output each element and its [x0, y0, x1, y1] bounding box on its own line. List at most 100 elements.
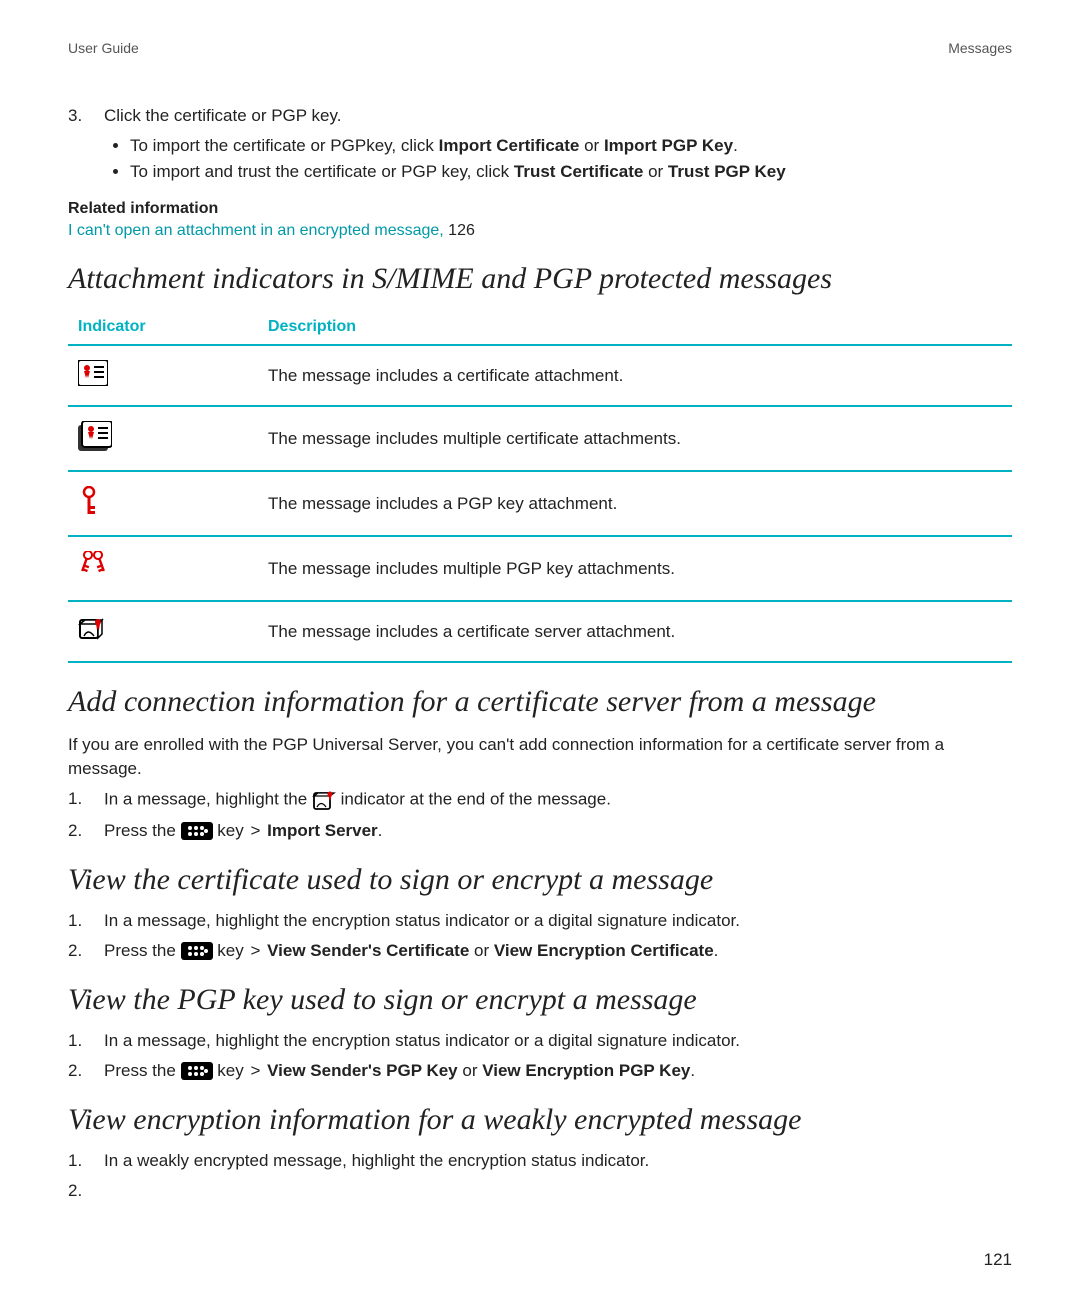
text: In a message, highlight the — [104, 789, 312, 808]
description-cell: The message includes multiple certificat… — [258, 406, 1012, 471]
bold-text: Import Server — [267, 821, 378, 840]
pgp-key-attachment-icon — [78, 486, 100, 521]
bold-text: View Encryption PGP Key — [482, 1061, 690, 1080]
certificate-server-indicator-icon — [312, 789, 336, 811]
page-number: 121 — [984, 1250, 1012, 1270]
table-row: The message includes a PGP key attachmen… — [68, 471, 1012, 536]
indicator-cell — [68, 536, 258, 601]
indicator-cell — [68, 601, 258, 662]
sec3-step1: 1. In a message, highlight the encryptio… — [68, 911, 1012, 931]
header-right: Messages — [948, 40, 1012, 56]
header-left: User Guide — [68, 40, 139, 56]
intro-paragraph: If you are enrolled with the PGP Univers… — [68, 733, 1012, 781]
text: . — [733, 136, 738, 155]
certificate-attachment-icon — [78, 360, 108, 391]
th-description: Description — [258, 310, 1012, 345]
text: . — [714, 941, 719, 960]
related-info-link-row: I can't open an attachment in an encrypt… — [68, 222, 1012, 240]
text: To import the certificate or PGPkey, cli… — [130, 136, 439, 155]
step-body: Press the key > Import Server. — [104, 821, 1012, 841]
separator: > — [246, 1061, 265, 1080]
step-text: Click the certificate or PGP key. — [104, 106, 1012, 126]
step-text: In a weakly encrypted message, highlight… — [104, 1151, 1012, 1171]
document-page: User Guide Messages 3. Click the certifi… — [0, 0, 1080, 1296]
blackberry-menu-key-icon — [181, 1062, 213, 1080]
step-number: 2. — [68, 1181, 104, 1201]
section-title-view-pgp-key: View the PGP key used to sign or encrypt… — [68, 983, 1012, 1017]
blackberry-menu-key-icon — [181, 942, 213, 960]
text: or — [458, 1061, 483, 1080]
multiple-certificate-attachment-icon — [78, 421, 112, 456]
th-indicator: Indicator — [68, 310, 258, 345]
separator: > — [246, 941, 265, 960]
text: . — [378, 821, 383, 840]
section-title-view-weak-encryption: View encryption information for a weakly… — [68, 1103, 1012, 1137]
certificate-server-attachment-icon — [78, 616, 106, 647]
step-body: Press the key > View Sender's Certificat… — [104, 941, 1012, 961]
step-number: 1. — [68, 789, 104, 811]
text: key — [217, 821, 243, 840]
description-cell: The message includes a PGP key attachmen… — [258, 471, 1012, 536]
table-row: The message includes a certificate attac… — [68, 345, 1012, 406]
sec4-step1: 1. In a message, highlight the encryptio… — [68, 1031, 1012, 1051]
blackberry-menu-key-icon — [181, 822, 213, 840]
page-header: User Guide Messages — [68, 40, 1012, 56]
section-title-add-connection: Add connection information for a certifi… — [68, 685, 1012, 719]
indicator-cell — [68, 406, 258, 471]
table-row: The message includes a certificate serve… — [68, 601, 1012, 662]
description-cell: The message includes a certificate serve… — [258, 601, 1012, 662]
text: To import and trust the certificate or P… — [130, 162, 514, 181]
bold-text: Import Certificate — [439, 136, 580, 155]
sec4-step2: 2. Press the key > View Sender's PGP Key… — [68, 1061, 1012, 1081]
description-cell: The message includes multiple PGP key at… — [258, 536, 1012, 601]
step-body: In a message, highlight the indicator at… — [104, 789, 1012, 811]
description-cell: The message includes a certificate attac… — [258, 345, 1012, 406]
step-text — [104, 1181, 1012, 1201]
step-number: 2. — [68, 941, 104, 961]
text: key — [217, 941, 243, 960]
table-row: The message includes multiple certificat… — [68, 406, 1012, 471]
text: indicator at the end of the message. — [341, 789, 611, 808]
bold-text: View Sender's PGP Key — [267, 1061, 458, 1080]
sec5-step1: 1. In a weakly encrypted message, highli… — [68, 1151, 1012, 1171]
bold-text: View Encryption Certificate — [494, 941, 714, 960]
text: or — [643, 162, 668, 181]
related-link-page: 126 — [444, 222, 475, 239]
separator: > — [246, 821, 265, 840]
table-row: The message includes multiple PGP key at… — [68, 536, 1012, 601]
bold-text: Trust Certificate — [514, 162, 643, 181]
sub-bullet-2: To import and trust the certificate or P… — [130, 162, 1012, 182]
indicator-table: Indicator Description The message includ… — [68, 310, 1012, 663]
step-3: 3. Click the certificate or PGP key. — [68, 106, 1012, 126]
step-number: 1. — [68, 1151, 104, 1171]
sec2-step1: 1. In a message, highlight the indicator… — [68, 789, 1012, 811]
step-number: 2. — [68, 1061, 104, 1081]
related-info-heading: Related information — [68, 200, 1012, 218]
text: Press the — [104, 941, 181, 960]
text: or — [469, 941, 494, 960]
related-link[interactable]: I can't open an attachment in an encrypt… — [68, 222, 444, 239]
section-title-view-certificate: View the certificate used to sign or enc… — [68, 863, 1012, 897]
step-3-sublist: To import the certificate or PGPkey, cli… — [68, 136, 1012, 182]
text: . — [690, 1061, 695, 1080]
indicator-cell — [68, 345, 258, 406]
section-title-attachment-indicators: Attachment indicators in S/MIME and PGP … — [68, 262, 1012, 296]
step-text: In a message, highlight the encryption s… — [104, 911, 1012, 931]
step-body: Press the key > View Sender's PGP Key or… — [104, 1061, 1012, 1081]
step-number: 2. — [68, 821, 104, 841]
step-number: 1. — [68, 911, 104, 931]
bold-text: Import PGP Key — [604, 136, 733, 155]
bold-text: View Sender's Certificate — [267, 941, 469, 960]
sec5-step2: 2. — [68, 1181, 1012, 1201]
text: Press the — [104, 1061, 181, 1080]
sub-bullet-1: To import the certificate or PGPkey, cli… — [130, 136, 1012, 156]
step-text: In a message, highlight the encryption s… — [104, 1031, 1012, 1051]
sec2-step2: 2. Press the key > Import Server. — [68, 821, 1012, 841]
multiple-pgp-key-attachment-icon — [78, 551, 108, 586]
step-number: 3. — [68, 106, 104, 126]
sec3-step2: 2. Press the key > View Sender's Certifi… — [68, 941, 1012, 961]
bold-text: Trust PGP Key — [668, 162, 786, 181]
step-number: 1. — [68, 1031, 104, 1051]
text: Press the — [104, 821, 181, 840]
text: key — [217, 1061, 243, 1080]
